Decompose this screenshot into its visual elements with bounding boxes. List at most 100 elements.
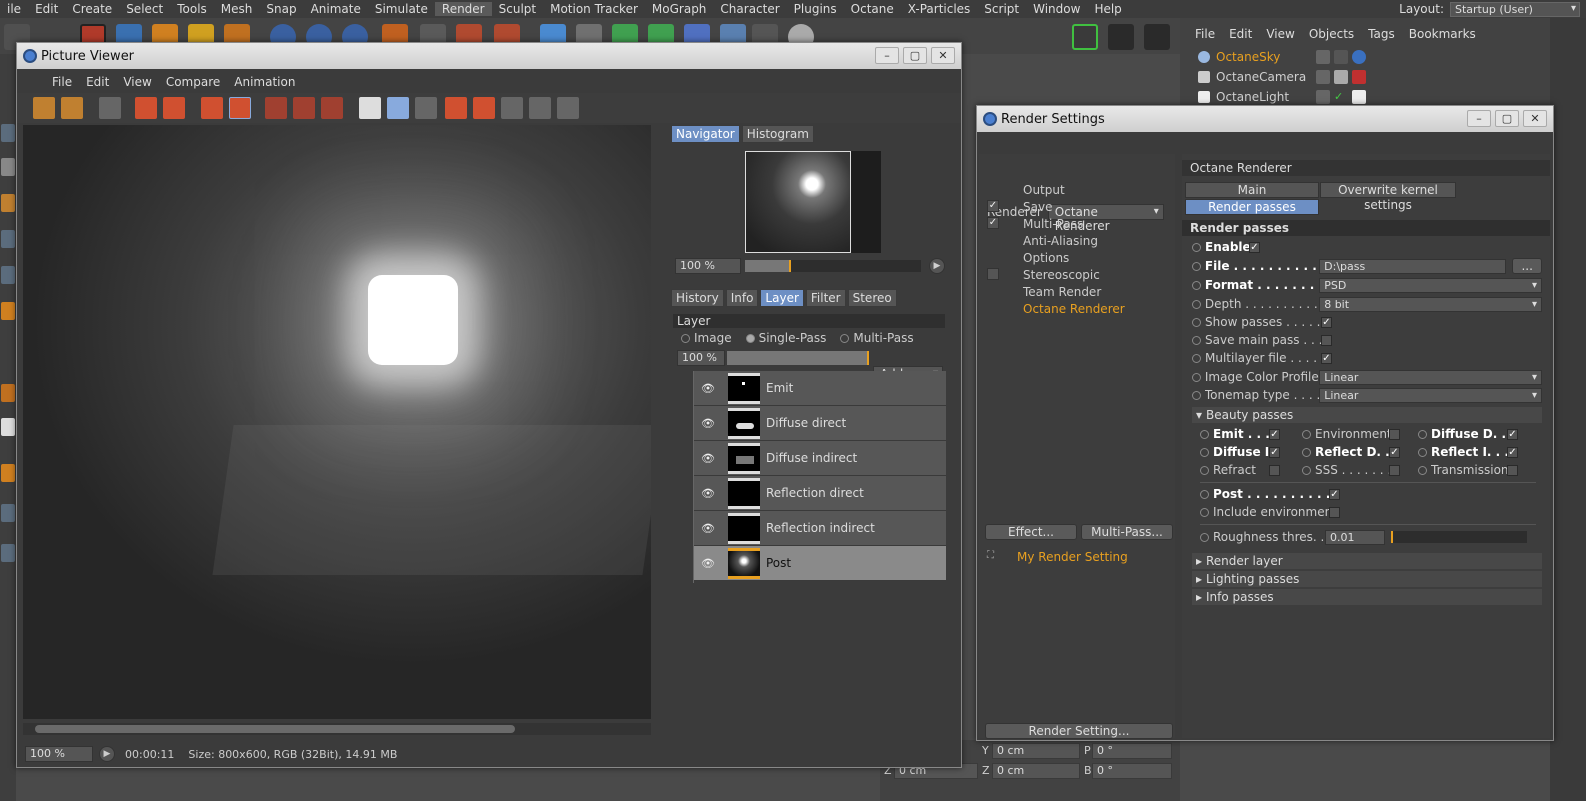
- copy-icon[interactable]: [201, 97, 223, 119]
- open-icon[interactable]: [33, 97, 55, 119]
- animate-radio-icon[interactable]: [1418, 447, 1427, 457]
- reflect-indirect-checkbox[interactable]: ✓: [1507, 446, 1518, 458]
- menu-simulate[interactable]: Simulate: [368, 2, 435, 16]
- nav-team-render[interactable]: Team Render: [1023, 285, 1101, 299]
- animate-radio-icon[interactable]: [1302, 429, 1311, 439]
- roughness-slider[interactable]: [1391, 531, 1527, 543]
- set-b-icon[interactable]: [473, 97, 495, 119]
- multi-pass-checkbox[interactable]: ✓: [987, 217, 999, 229]
- radio-image[interactable]: Image: [681, 331, 732, 345]
- sequence-icon[interactable]: [529, 97, 551, 119]
- camera-target-tag-icon[interactable]: [1334, 70, 1348, 84]
- eye-icon[interactable]: 👁: [698, 522, 718, 535]
- visibility-tag-icon[interactable]: [1316, 90, 1330, 104]
- maximize-button[interactable]: ▢: [1495, 110, 1519, 127]
- include-environment-checkbox[interactable]: [1329, 506, 1340, 518]
- scrollbar-thumb[interactable]: [35, 725, 515, 733]
- animate-radio-icon[interactable]: [1200, 429, 1209, 439]
- close-button[interactable]: ✕: [931, 47, 955, 64]
- edges-mode-icon[interactable]: [1, 266, 15, 284]
- file-browse-button[interactable]: ...: [1512, 258, 1542, 274]
- menu-x-particles[interactable]: X-Particles: [901, 2, 978, 16]
- my-render-setting[interactable]: My Render Setting: [1017, 550, 1128, 564]
- animate-radio-icon[interactable]: [1192, 242, 1201, 252]
- animate-radio-icon[interactable]: [1418, 429, 1427, 439]
- tab-render-passes[interactable]: Render passes: [1185, 199, 1319, 215]
- layer-opacity-slider[interactable]: [727, 351, 869, 365]
- animate-radio-icon[interactable]: [1192, 261, 1201, 271]
- fold-info-passes[interactable]: Info passes: [1192, 589, 1542, 605]
- object-row-octanesky[interactable]: OctaneSky: [1186, 48, 1546, 66]
- b-rotation-field[interactable]: 0 °: [1092, 763, 1172, 779]
- save-main-pass-checkbox[interactable]: [1321, 334, 1332, 346]
- model-mode-icon[interactable]: [1, 124, 15, 142]
- light-tag-icon[interactable]: [1352, 90, 1366, 104]
- status-zoom-field[interactable]: 100 %: [25, 746, 93, 762]
- polygons-mode-icon[interactable]: [1, 302, 15, 320]
- layer-row-reflection-direct[interactable]: 👁 Reflection direct: [694, 476, 946, 511]
- fold-beauty-passes[interactable]: Beauty passes: [1192, 407, 1542, 423]
- check-tag-icon[interactable]: ✓: [1334, 90, 1348, 104]
- render-setting-button[interactable]: Render Setting...: [985, 723, 1173, 739]
- radio-single-pass[interactable]: Single-Pass: [745, 331, 826, 345]
- animate-radio-icon[interactable]: [1200, 447, 1209, 457]
- points-mode-icon[interactable]: [1, 230, 15, 248]
- viewer-menu-compare[interactable]: Compare: [159, 75, 227, 89]
- tonemap-dropdown[interactable]: Linear: [1319, 387, 1542, 403]
- menu-create[interactable]: Create: [65, 2, 119, 16]
- nav-stereoscopic[interactable]: Stereoscopic: [1023, 268, 1100, 282]
- menu-character[interactable]: Character: [713, 2, 786, 16]
- viewer-menu-file[interactable]: File: [45, 75, 79, 89]
- tab-overwrite-kernel[interactable]: Overwrite kernel settings: [1320, 182, 1456, 212]
- menu-edit[interactable]: Edit: [28, 2, 65, 16]
- camera-tag-icon[interactable]: [1352, 70, 1366, 84]
- nav-save[interactable]: Save: [1023, 200, 1052, 214]
- animate-radio-icon[interactable]: [1192, 317, 1201, 327]
- reflect-direct-checkbox[interactable]: ✓: [1389, 446, 1400, 458]
- navigator-frame[interactable]: [745, 151, 851, 253]
- transmission-checkbox[interactable]: [1507, 464, 1518, 476]
- minimize-button[interactable]: –: [875, 47, 899, 64]
- ab-split-icon[interactable]: [387, 97, 409, 119]
- octane-live-viewer-icon[interactable]: [1072, 24, 1098, 50]
- environment-checkbox[interactable]: [1389, 428, 1400, 440]
- animate-radio-icon[interactable]: [1200, 507, 1209, 517]
- tab-histogram[interactable]: Histogram: [741, 125, 814, 143]
- play-icon[interactable]: ▶: [99, 746, 115, 762]
- close-button[interactable]: ✕: [1523, 110, 1547, 127]
- menu-motion-tracker[interactable]: Motion Tracker: [543, 2, 645, 16]
- compare-icon[interactable]: [321, 97, 343, 119]
- sss-checkbox[interactable]: [1389, 464, 1400, 476]
- layer-opacity-field[interactable]: 100 %: [677, 350, 725, 366]
- nav-options[interactable]: Options: [1023, 251, 1069, 265]
- object-menu-objects[interactable]: Objects: [1302, 27, 1361, 41]
- menu-select[interactable]: Select: [119, 2, 170, 16]
- eye-icon[interactable]: 👁: [698, 487, 718, 500]
- animate-radio-icon[interactable]: [1200, 532, 1209, 542]
- animate-radio-icon[interactable]: [1418, 465, 1427, 475]
- p-rotation-field[interactable]: 0 °: [1092, 743, 1172, 759]
- environment-tag-icon[interactable]: [1352, 50, 1366, 64]
- layer-row-diffuse-direct[interactable]: 👁 Diffuse direct: [694, 406, 946, 441]
- refract-checkbox[interactable]: [1269, 464, 1280, 476]
- navigator-zoom-field[interactable]: 100 %: [675, 258, 741, 274]
- nav-output[interactable]: Output: [1023, 183, 1065, 197]
- layer-row-post[interactable]: 👁 Post: [694, 546, 946, 581]
- lock-icon[interactable]: [1, 544, 15, 562]
- nav-anti-aliasing[interactable]: Anti-Aliasing: [1023, 234, 1098, 248]
- object-row-octanelight[interactable]: OctaneLight ✓: [1186, 88, 1546, 106]
- animate-radio-icon[interactable]: [1192, 299, 1201, 309]
- save-icon[interactable]: [61, 97, 83, 119]
- swap-icon[interactable]: [501, 97, 523, 119]
- tab-navigator[interactable]: Navigator: [671, 125, 740, 143]
- visibility-tag-icon[interactable]: [1316, 50, 1330, 64]
- set-a-icon[interactable]: [445, 97, 467, 119]
- save-checkbox[interactable]: ✓: [987, 200, 999, 212]
- fold-lighting-passes[interactable]: Lighting passes: [1192, 571, 1542, 587]
- multi-pass-button[interactable]: Multi-Pass...: [1081, 524, 1173, 540]
- minimize-button[interactable]: –: [1467, 110, 1491, 127]
- object-menu-file[interactable]: File: [1188, 27, 1222, 41]
- object-menu-bookmarks[interactable]: Bookmarks: [1402, 27, 1483, 41]
- effect-button[interactable]: Effect...: [985, 524, 1077, 540]
- layout-icon[interactable]: [1144, 24, 1170, 50]
